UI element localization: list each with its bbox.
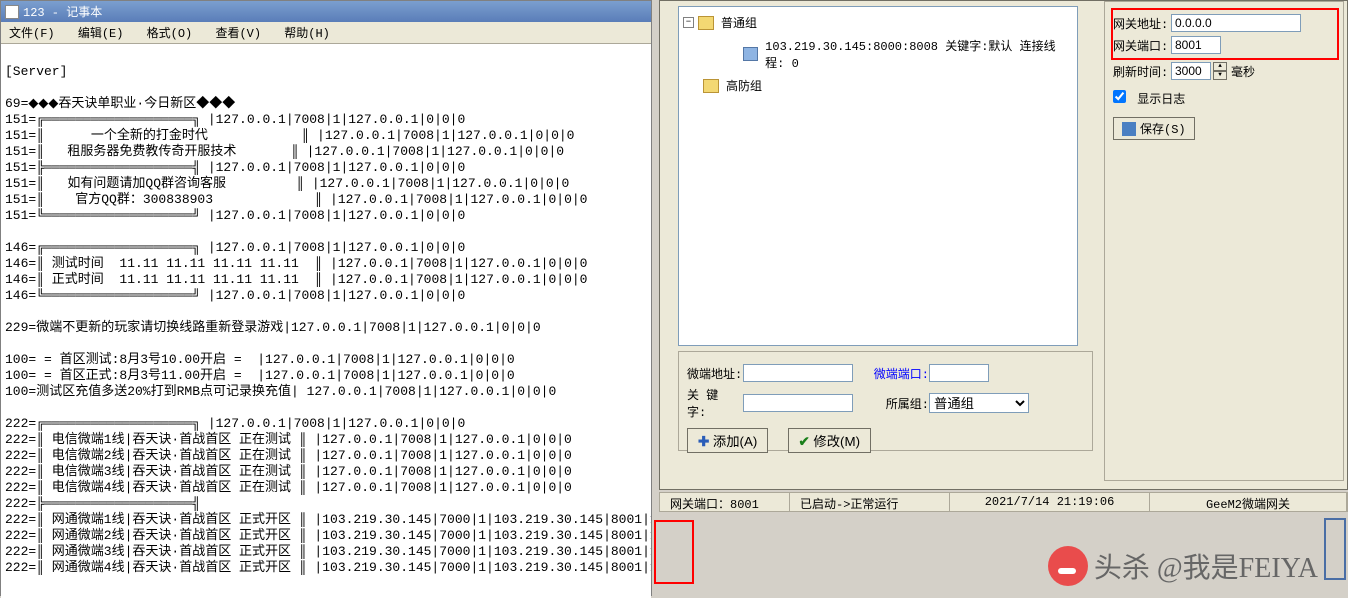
menu-help[interactable]: 帮助(H) [276,25,338,43]
status-port: 网关端口：8001 [660,493,790,511]
status-state: 已启动->正常运行 [790,493,950,511]
notepad-title: 123 - 记事本 [23,3,102,20]
notepad-menu: 文件(F) 编辑(E) 格式(O) 查看(V) 帮助(H) [1,22,651,44]
watermark: 头杀 @我是FEIYA [1048,546,1318,586]
gateway-port-input[interactable] [1171,36,1221,54]
spinner-up-icon[interactable]: ▲ [1213,62,1227,71]
show-log-label: 显示日志 [1137,93,1185,107]
server-form: 微端地址: 微端端口: 关 键 字: 所属组: 普通组 ✚ 添加(A) ✔ 修改… [678,351,1093,451]
micro-addr-label: 微端地址: [687,365,743,382]
save-button[interactable]: 保存(S) [1113,117,1195,140]
tree-server-label[interactable]: 103.219.30.145:8000:8008 关键字:默认 连接线程: 0 [762,36,1073,72]
save-button-label: 保存(S) [1140,120,1186,137]
gateway-addr-label: 网关地址: [1113,15,1171,32]
notepad-titlebar: 123 - 记事本 [1,1,651,22]
refresh-input[interactable] [1171,62,1211,80]
folder-icon [703,79,719,93]
notepad-text-area[interactable]: [Server] 69=◆◆◆吞天诀单职业·今日新区◆◆◆ 151=╔═════… [1,44,651,598]
notepad-icon [5,5,19,19]
config-window: − 普通组 103.219.30.145:8000:8008 关键字:默认 连接… [659,0,1348,490]
tree-root-node[interactable]: − 普通组 [683,11,1073,34]
tree-group2-label[interactable]: 高防组 [723,76,765,95]
micro-port-label: 微端端口: [873,365,929,382]
micro-port-input[interactable] [929,364,989,382]
modify-button[interactable]: ✔ 修改(M) [788,428,872,453]
micro-addr-input[interactable] [743,364,853,382]
plus-icon: ✚ [698,434,709,449]
save-disk-icon [1122,122,1136,136]
settings-panel: 网关地址: 网关端口: 刷新时间: ▲ ▼ 毫秒 显示日志 保存(S) [1104,1,1344,481]
spinner-down-icon[interactable]: ▼ [1213,71,1227,80]
menu-file[interactable]: 文件(F) [1,25,63,43]
tree-group2-node[interactable]: 高防组 [703,74,1073,97]
status-app: GeeM2微端网关 [1150,493,1347,511]
status-bar: 网关端口：8001 已启动->正常运行 2021/7/14 21:19:06 G… [659,492,1348,512]
keyword-label: 关 键 字: [687,386,743,420]
status-time: 2021/7/14 21:19:06 [950,493,1150,511]
keyword-input[interactable] [743,394,853,412]
notepad-window: 123 - 记事本 文件(F) 编辑(E) 格式(O) 查看(V) 帮助(H) … [0,0,652,596]
watermark-text: 头杀 @我是FEIYA [1094,546,1318,586]
tree-server-node[interactable]: 103.219.30.145:8000:8008 关键字:默认 连接线程: 0 [703,34,1073,74]
computer-icon [743,47,758,61]
group-label: 所属组: [873,395,929,412]
refresh-spinner[interactable]: ▲ ▼ [1213,62,1227,80]
show-log-checkbox[interactable] [1113,90,1126,103]
add-button[interactable]: ✚ 添加(A) [687,428,768,453]
menu-view[interactable]: 查看(V) [207,25,269,43]
tree-root-label[interactable]: 普通组 [718,13,760,32]
tree-collapse-icon[interactable]: − [683,17,694,28]
gateway-port-label: 网关端口: [1113,37,1171,54]
refresh-unit-label: 毫秒 [1231,63,1255,80]
highlight-port-column [654,520,694,584]
check-icon: ✔ [799,434,810,449]
menu-edit[interactable]: 编辑(E) [70,25,132,43]
watermark-icon [1048,546,1088,586]
tree-view[interactable]: − 普通组 103.219.30.145:8000:8008 关键字:默认 连接… [678,6,1078,346]
menu-format[interactable]: 格式(O) [139,25,201,43]
folder-icon [698,16,714,30]
group-select[interactable]: 普通组 [929,393,1029,413]
scrollbar-stub[interactable] [1324,518,1346,580]
refresh-label: 刷新时间: [1113,63,1171,80]
gateway-addr-input[interactable] [1171,14,1301,32]
